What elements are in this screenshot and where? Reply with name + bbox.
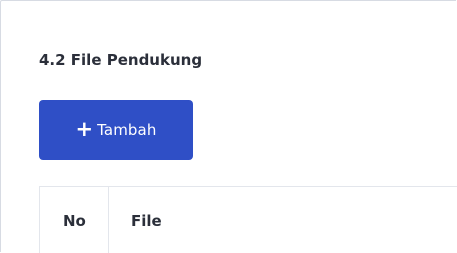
section-title: 4.2 File Pendukung <box>39 51 203 69</box>
plus-icon: + <box>75 116 94 141</box>
column-header-file: File <box>131 211 162 230</box>
file-section-card: 4.2 File Pendukung + Tambah No File <box>0 0 457 253</box>
add-button[interactable]: + Tambah <box>39 100 193 160</box>
add-button-label: Tambah <box>97 121 157 139</box>
files-table: No File <box>39 186 457 253</box>
column-header-no: No <box>40 187 109 253</box>
